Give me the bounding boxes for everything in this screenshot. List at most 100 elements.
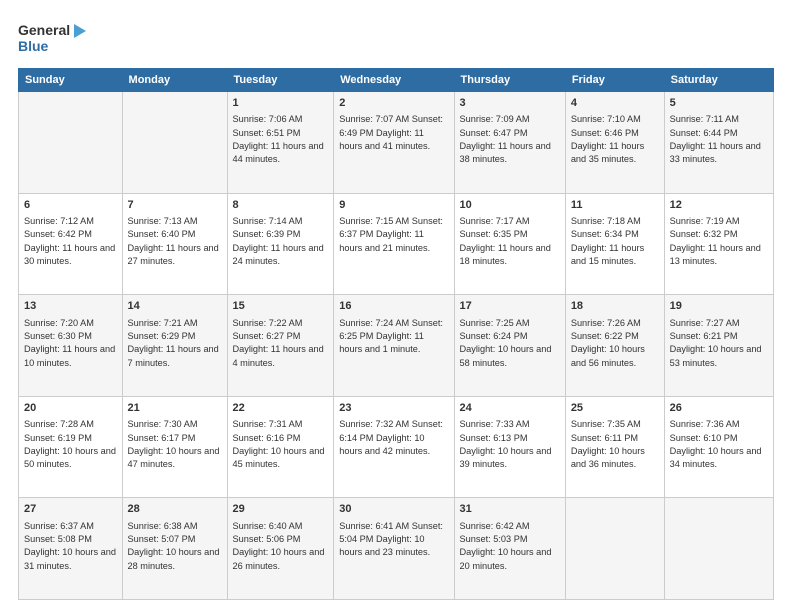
- cell-content: Sunrise: 6:41 AM Sunset: 5:04 PM Dayligh…: [339, 521, 443, 558]
- cell-content: Sunrise: 7:26 AM Sunset: 6:22 PM Dayligh…: [571, 318, 645, 368]
- day-number: 27: [24, 502, 117, 517]
- calendar-cell: 29 Sunrise: 6:40 AM Sunset: 5:06 PM Dayli…: [227, 498, 334, 600]
- col-header-tuesday: Tuesday: [227, 69, 334, 92]
- day-number: 1: [233, 96, 329, 111]
- day-number: 7: [128, 198, 222, 213]
- cell-content: Sunrise: 7:11 AM Sunset: 6:44 PM Dayligh…: [670, 114, 761, 164]
- day-number: 14: [128, 299, 222, 314]
- calendar-cell: 10Sunrise: 7:17 AM Sunset: 6:35 PM Dayli…: [454, 193, 565, 295]
- cell-content: Sunrise: 7:14 AM Sunset: 6:39 PM Dayligh…: [233, 216, 324, 266]
- cell-content: Sunrise: 6:40 AM Sunset: 5:06 PM Dayligh…: [233, 521, 325, 571]
- calendar-cell: 27Sunrise: 6:37 AM Sunset: 5:08 PM Dayli…: [19, 498, 123, 600]
- cell-content: Sunrise: 7:12 AM Sunset: 6:42 PM Dayligh…: [24, 216, 115, 266]
- day-number: 9: [339, 198, 448, 213]
- week-row-3: 13Sunrise: 7:20 AM Sunset: 6:30 PM Dayli…: [19, 295, 774, 397]
- calendar-cell: 20 Sunrise: 7:28 AM Sunset: 6:19 PM Dayli…: [19, 396, 123, 498]
- day-number: 28: [128, 502, 222, 517]
- calendar-cell: 12Sunrise: 7:19 AM Sunset: 6:32 PM Dayli…: [664, 193, 773, 295]
- day-number: 17: [460, 299, 560, 314]
- svg-text:General: General: [18, 22, 70, 38]
- day-number: 3: [460, 96, 560, 111]
- cell-content: Sunrise: 7:21 AM Sunset: 6:29 PM Dayligh…: [128, 318, 219, 368]
- week-row-5: 27Sunrise: 6:37 AM Sunset: 5:08 PM Dayli…: [19, 498, 774, 600]
- day-number: 20: [24, 401, 117, 416]
- day-number: 2: [339, 96, 448, 111]
- calendar-cell: 7 Sunrise: 7:13 AM Sunset: 6:40 PM Daylig…: [122, 193, 227, 295]
- cell-content: Sunrise: 7:32 AM Sunset: 6:14 PM Dayligh…: [339, 419, 443, 456]
- day-number: 22: [233, 401, 329, 416]
- day-number: 16: [339, 299, 448, 314]
- calendar-cell: 11 Sunrise: 7:18 AM Sunset: 6:34 PM Dayli…: [565, 193, 664, 295]
- cell-content: Sunrise: 7:07 AM Sunset: 6:49 PM Dayligh…: [339, 114, 443, 151]
- cell-content: Sunrise: 7:27 AM Sunset: 6:21 PM Dayligh…: [670, 318, 762, 368]
- day-number: 26: [670, 401, 768, 416]
- week-row-1: 1 Sunrise: 7:06 AM Sunset: 6:51 PM Daylig…: [19, 92, 774, 194]
- day-number: 30: [339, 502, 448, 517]
- cell-content: Sunrise: 7:18 AM Sunset: 6:34 PM Dayligh…: [571, 216, 644, 266]
- calendar-cell: [19, 92, 123, 194]
- cell-content: Sunrise: 7:13 AM Sunset: 6:40 PM Dayligh…: [128, 216, 219, 266]
- cell-content: Sunrise: 6:42 AM Sunset: 5:03 PM Dayligh…: [460, 521, 552, 571]
- calendar-cell: 8 Sunrise: 7:14 AM Sunset: 6:39 PM Daylig…: [227, 193, 334, 295]
- day-number: 19: [670, 299, 768, 314]
- cell-content: Sunrise: 7:33 AM Sunset: 6:13 PM Dayligh…: [460, 419, 552, 469]
- cell-content: Sunrise: 7:25 AM Sunset: 6:24 PM Dayligh…: [460, 318, 552, 368]
- logo: General Blue: [18, 18, 88, 58]
- cell-content: Sunrise: 7:20 AM Sunset: 6:30 PM Dayligh…: [24, 318, 115, 368]
- cell-content: Sunrise: 7:19 AM Sunset: 6:32 PM Dayligh…: [670, 216, 761, 266]
- calendar-cell: 26Sunrise: 7:36 AM Sunset: 6:10 PM Dayli…: [664, 396, 773, 498]
- day-number: 18: [571, 299, 659, 314]
- cell-content: Sunrise: 7:15 AM Sunset: 6:37 PM Dayligh…: [339, 216, 443, 253]
- cell-content: Sunrise: 6:38 AM Sunset: 5:07 PM Dayligh…: [128, 521, 220, 571]
- calendar-cell: 23 Sunrise: 7:32 AM Sunset: 6:14 PM Dayli…: [334, 396, 454, 498]
- calendar-cell: 31 Sunrise: 6:42 AM Sunset: 5:03 PM Dayli…: [454, 498, 565, 600]
- calendar-cell: 28 Sunrise: 6:38 AM Sunset: 5:07 PM Dayli…: [122, 498, 227, 600]
- header-row: SundayMondayTuesdayWednesdayThursdayFrid…: [19, 69, 774, 92]
- col-header-monday: Monday: [122, 69, 227, 92]
- calendar-cell: 15 Sunrise: 7:22 AM Sunset: 6:27 PM Dayli…: [227, 295, 334, 397]
- col-header-thursday: Thursday: [454, 69, 565, 92]
- day-number: 8: [233, 198, 329, 213]
- calendar-cell: 2 Sunrise: 7:07 AM Sunset: 6:49 PM Daylig…: [334, 92, 454, 194]
- cell-content: Sunrise: 7:06 AM Sunset: 6:51 PM Dayligh…: [233, 114, 324, 164]
- calendar-cell: 14 Sunrise: 7:21 AM Sunset: 6:29 PM Dayli…: [122, 295, 227, 397]
- calendar-cell: [122, 92, 227, 194]
- calendar-cell: [565, 498, 664, 600]
- calendar-cell: 24 Sunrise: 7:33 AM Sunset: 6:13 PM Dayli…: [454, 396, 565, 498]
- cell-content: Sunrise: 7:22 AM Sunset: 6:27 PM Dayligh…: [233, 318, 324, 368]
- calendar-cell: 18 Sunrise: 7:26 AM Sunset: 6:22 PM Dayli…: [565, 295, 664, 397]
- calendar-cell: 22 Sunrise: 7:31 AM Sunset: 6:16 PM Dayli…: [227, 396, 334, 498]
- col-header-sunday: Sunday: [19, 69, 123, 92]
- cell-content: Sunrise: 7:31 AM Sunset: 6:16 PM Dayligh…: [233, 419, 325, 469]
- calendar-cell: 1 Sunrise: 7:06 AM Sunset: 6:51 PM Daylig…: [227, 92, 334, 194]
- calendar-cell: 6Sunrise: 7:12 AM Sunset: 6:42 PM Daylig…: [19, 193, 123, 295]
- day-number: 15: [233, 299, 329, 314]
- svg-text:Blue: Blue: [18, 38, 49, 54]
- day-number: 24: [460, 401, 560, 416]
- col-header-saturday: Saturday: [664, 69, 773, 92]
- day-number: 31: [460, 502, 560, 517]
- cell-content: Sunrise: 7:09 AM Sunset: 6:47 PM Dayligh…: [460, 114, 551, 164]
- calendar-cell: 4Sunrise: 7:10 AM Sunset: 6:46 PM Daylig…: [565, 92, 664, 194]
- day-number: 25: [571, 401, 659, 416]
- day-number: 23: [339, 401, 448, 416]
- calendar-cell: 9 Sunrise: 7:15 AM Sunset: 6:37 PM Daylig…: [334, 193, 454, 295]
- logo-svg: General Blue: [18, 18, 88, 58]
- cell-content: Sunrise: 7:30 AM Sunset: 6:17 PM Dayligh…: [128, 419, 220, 469]
- day-number: 29: [233, 502, 329, 517]
- calendar-cell: 16 Sunrise: 7:24 AM Sunset: 6:25 PM Dayli…: [334, 295, 454, 397]
- cell-content: Sunrise: 7:17 AM Sunset: 6:35 PM Dayligh…: [460, 216, 551, 266]
- calendar-cell: 19 Sunrise: 7:27 AM Sunset: 6:21 PM Dayli…: [664, 295, 773, 397]
- cell-content: Sunrise: 7:24 AM Sunset: 6:25 PM Dayligh…: [339, 318, 443, 355]
- day-number: 5: [670, 96, 768, 111]
- calendar-cell: 3 Sunrise: 7:09 AM Sunset: 6:47 PM Daylig…: [454, 92, 565, 194]
- week-row-4: 20 Sunrise: 7:28 AM Sunset: 6:19 PM Dayli…: [19, 396, 774, 498]
- week-row-2: 6Sunrise: 7:12 AM Sunset: 6:42 PM Daylig…: [19, 193, 774, 295]
- calendar-cell: 13Sunrise: 7:20 AM Sunset: 6:30 PM Dayli…: [19, 295, 123, 397]
- cell-content: Sunrise: 7:28 AM Sunset: 6:19 PM Dayligh…: [24, 419, 116, 469]
- calendar-cell: 21Sunrise: 7:30 AM Sunset: 6:17 PM Dayli…: [122, 396, 227, 498]
- calendar-cell: 30 Sunrise: 6:41 AM Sunset: 5:04 PM Dayli…: [334, 498, 454, 600]
- cell-content: Sunrise: 7:10 AM Sunset: 6:46 PM Dayligh…: [571, 114, 644, 164]
- day-number: 11: [571, 198, 659, 213]
- header: General Blue: [18, 18, 774, 58]
